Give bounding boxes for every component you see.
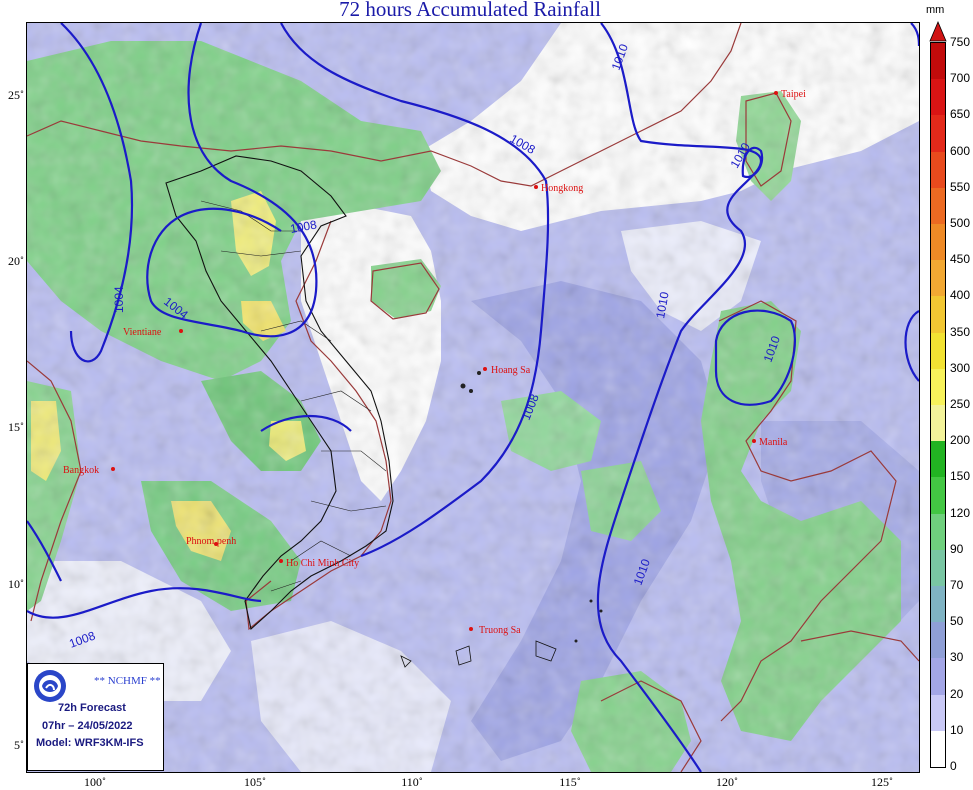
colorbar-cell	[931, 368, 945, 405]
svg-text:Taipei: Taipei	[781, 89, 806, 100]
lon-tick-125: 125˚	[871, 775, 893, 789]
city-phnom-penh[interactable]: Phnom penh	[186, 536, 236, 547]
colorbar-cell	[931, 260, 945, 297]
colorbar-cell	[931, 730, 945, 767]
lon-tick-100: 100˚	[84, 775, 106, 789]
colorbar-cell	[931, 549, 945, 586]
colorbar-cell	[931, 694, 945, 731]
svg-text:Hoang Sa: Hoang Sa	[491, 365, 531, 376]
colorbar-label: 0	[950, 759, 957, 773]
colorbar-cell	[931, 658, 945, 695]
colorbar-cell	[931, 296, 945, 333]
colorbar-cell	[931, 441, 945, 478]
colorbar-label: 20	[950, 686, 964, 701]
colorbar-cell	[931, 622, 945, 659]
svg-text:Truong Sa: Truong Sa	[479, 625, 521, 636]
city-hoang-sa[interactable]: Hoang Sa	[483, 365, 531, 376]
colorbar-label: 700	[950, 71, 971, 86]
colorbar-label: 750	[950, 35, 971, 49]
colorbar-label: 70	[950, 578, 964, 592]
colorbar-label: 250	[950, 397, 971, 411]
agency-label: ** NCHMF **	[94, 675, 161, 687]
lon-tick-110: 110˚	[401, 775, 423, 789]
colorbar-cell	[931, 43, 945, 80]
map-area[interactable]: 1010 1008 1004 1004 1008 1010 1010 1008 …	[26, 22, 920, 773]
colorbar-label: 120	[950, 505, 971, 520]
colorbar-cell	[931, 332, 945, 369]
datetime-label: 07hr – 24/05/2022	[42, 720, 133, 732]
lat-tick-15: 15˚	[8, 420, 24, 434]
svg-text:Hongkong: Hongkong	[541, 183, 583, 194]
map-title: 72 hours Accumulated Rainfall	[339, 0, 601, 21]
rain-texture	[27, 23, 919, 772]
legend-unit: mm	[926, 4, 945, 16]
colorbar-label: 550	[950, 179, 971, 194]
svg-text:Ho Chi Minh City: Ho Chi Minh City	[286, 558, 359, 569]
colorbar-label: 10	[950, 722, 964, 737]
colorbar-cell	[931, 513, 945, 550]
city-ho-chi-minh[interactable]: Ho Chi Minh City	[279, 558, 359, 569]
rainfall-map: 1010 1008 1004 1004 1008 1010 1010 1008 …	[27, 23, 919, 772]
city-hongkong[interactable]: Hongkong	[534, 183, 583, 194]
colorbar-label: 200	[950, 433, 971, 448]
lon-tick-115: 115˚	[559, 775, 581, 789]
colorbar-label: 650	[950, 107, 971, 122]
svg-text:Vientiane: Vientiane	[123, 327, 162, 338]
colorbar-label: 90	[950, 541, 964, 556]
colorbar-cell	[931, 79, 945, 116]
lon-tick-120: 120˚	[716, 775, 738, 789]
legend-max-arrow-icon	[929, 20, 947, 42]
svg-text:Manila: Manila	[759, 437, 788, 448]
lat-tick-5: 5˚	[14, 738, 24, 752]
forecast-info-box: ** NCHMF ** 72h Forecast 07hr – 24/05/20…	[27, 663, 164, 771]
isobar-label: 1004	[112, 286, 126, 313]
colorbar-label: 50	[950, 614, 964, 629]
colorbar-label: 600	[950, 143, 971, 158]
colorbar	[930, 42, 946, 768]
colorbar-cell	[931, 187, 945, 224]
colorbar-label: 150	[950, 469, 971, 484]
colorbar-label: 350	[950, 324, 971, 339]
svg-text:Phnom penh: Phnom penh	[186, 536, 236, 547]
colorbar-label: 400	[950, 288, 971, 303]
colorbar-cell	[931, 115, 945, 152]
lat-tick-20: 20˚	[8, 254, 24, 268]
colorbar-label: 30	[950, 650, 964, 665]
colorbar-label: 450	[950, 252, 971, 267]
colorbar-cell	[931, 405, 945, 442]
forecast-label: 72h Forecast	[58, 702, 126, 714]
lon-tick-105: 105˚	[244, 775, 266, 789]
svg-text:Bangkok: Bangkok	[63, 465, 99, 476]
colorbar-cell	[931, 151, 945, 188]
colorbar-cell	[931, 477, 945, 514]
colorbar-cell	[931, 586, 945, 623]
colorbar-cell	[931, 224, 945, 261]
colorbar-label: 300	[950, 360, 971, 375]
model-label: Model: WRF3KM-IFS	[36, 737, 144, 749]
colorbar-label: 500	[950, 216, 971, 230]
lat-tick-10: 10˚	[8, 577, 24, 591]
lat-tick-25: 25˚	[8, 88, 24, 102]
nchmf-logo-icon	[34, 670, 66, 702]
